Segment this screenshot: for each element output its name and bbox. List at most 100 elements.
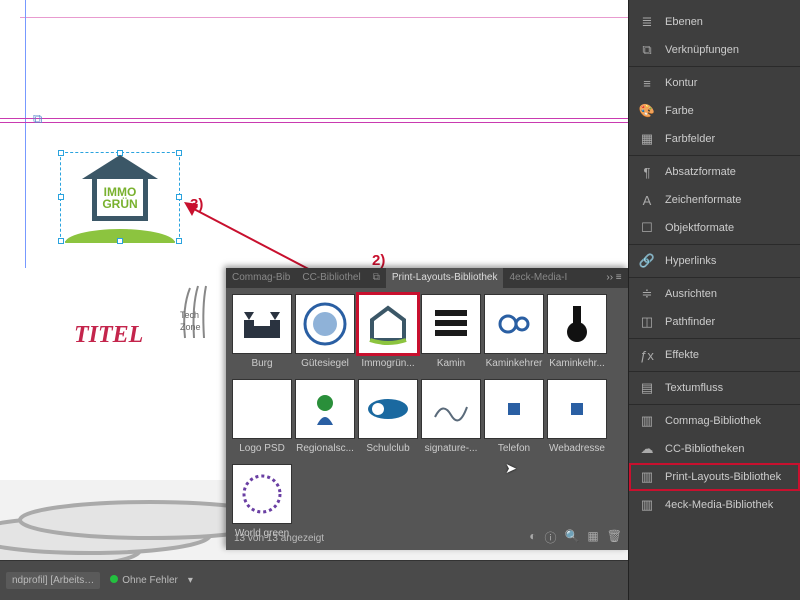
library-tile[interactable]: Gütesiegel xyxy=(295,294,355,376)
panel-item-print-layouts-bibliothek[interactable]: ▥Print-Layouts-Bibliothek xyxy=(629,463,800,491)
library-tile-label: Logo PSD xyxy=(232,443,292,454)
panel-item-hyperlinks[interactable]: 🔗Hyperlinks xyxy=(629,247,800,275)
library-thumb xyxy=(547,294,607,354)
selection-handle[interactable] xyxy=(58,238,64,244)
hand-sketch: Tech Zone xyxy=(180,278,220,348)
panel-item-label: 4eck-Media-Bibliothek xyxy=(665,499,773,511)
panel-item-kontur[interactable]: ≡ Kontur xyxy=(629,69,800,97)
library-tool-icon[interactable]: ⓘ xyxy=(544,529,556,546)
library-tile[interactable]: Telefon xyxy=(484,379,544,461)
panel-item-commag-bibliothek[interactable]: ▥Commag-Bibliothek xyxy=(629,407,800,435)
library-thumb xyxy=(421,294,481,354)
stroke-icon: ≡ xyxy=(639,75,655,91)
library-tile[interactable]: Burg xyxy=(232,294,292,376)
panel-item-verkn-pfungen[interactable]: ⧉Verknüpfungen xyxy=(629,36,800,64)
logo-text-bottom: GRÜN xyxy=(102,198,137,210)
placed-logo-object[interactable]: IMMO GRÜN xyxy=(60,152,180,242)
document-tab[interactable]: ndprofil] [Arbeits… xyxy=(6,572,100,589)
library-panel[interactable]: Commag-Bib CC-Bibliothel ⧉ Print-Layouts… xyxy=(226,268,628,550)
panel-item-label: CC-Bibliotheken xyxy=(665,443,744,455)
panel-item-farbe[interactable]: 🎨 Farbe xyxy=(629,97,800,125)
library-tile-label: Regionalsc... xyxy=(295,443,355,454)
selection-handle[interactable] xyxy=(176,238,182,244)
library-tile[interactable]: signature-... xyxy=(421,379,481,461)
panel-item-label: Kontur xyxy=(665,77,697,89)
library-tile[interactable]: Logo PSD xyxy=(232,379,292,461)
panel-item-ausrichten[interactable]: ≑ Ausrichten xyxy=(629,280,800,308)
library-tab[interactable]: Commag-Bib xyxy=(226,268,296,288)
selection-handle[interactable] xyxy=(117,238,123,244)
guide-horizontal xyxy=(0,118,628,119)
status-dropdown-icon[interactable]: ▾ xyxy=(188,575,193,586)
library-thumb xyxy=(232,464,292,524)
library-tile-label: Schulclub xyxy=(358,443,418,454)
library-status: 13 von 13 angezeigt xyxy=(234,533,324,544)
library-tab[interactable]: CC-Bibliothel xyxy=(296,268,366,288)
hyper-icon: 🔗 xyxy=(639,253,655,269)
panel-item-absatzformate[interactable]: ¶ Absatzformate xyxy=(629,158,800,186)
annotation-3: 3) xyxy=(190,196,203,213)
library-tile[interactable]: Kaminkehr... xyxy=(547,294,607,376)
obj-icon: ☐ xyxy=(639,220,655,236)
selection-handle[interactable] xyxy=(176,150,182,156)
selection-handle[interactable] xyxy=(58,194,64,200)
library-tile-label: Burg xyxy=(232,358,292,369)
library-tool-icon[interactable]: ◐ xyxy=(529,529,536,546)
library-tool-icon[interactable]: ▦ xyxy=(587,529,598,546)
library-thumb xyxy=(232,294,292,354)
panel-item-label: Pathfinder xyxy=(665,316,715,328)
library-tile-label: Immogrün... xyxy=(358,358,418,369)
library-tile[interactable]: Immogrün... xyxy=(358,294,418,376)
para-icon: ¶ xyxy=(639,164,655,180)
panel-separator xyxy=(629,404,800,405)
library-thumb xyxy=(547,379,607,439)
annotation-2: 2) xyxy=(372,252,385,269)
panel-item-label: Objektformate xyxy=(665,222,734,234)
panel-item-cc-bibliotheken[interactable]: ☁ CC-Bibliotheken xyxy=(629,435,800,463)
align-icon: ≑ xyxy=(639,286,655,302)
panel-flyout-icon[interactable]: ›› ≡ xyxy=(600,268,628,288)
library-tile[interactable]: Kamin xyxy=(421,294,481,376)
panel-item-zeichenformate[interactable]: AZeichenformate xyxy=(629,186,800,214)
panel-item-farbfelder[interactable]: ▦Farbfelder xyxy=(629,125,800,153)
panel-item-ebenen[interactable]: ≣Ebenen xyxy=(629,8,800,36)
library-tile[interactable]: Webadresse xyxy=(547,379,607,461)
document-canvas[interactable]: ⧉ IMMO GRÜN xyxy=(0,0,628,268)
library-thumb xyxy=(232,379,292,439)
panel-item-textumfluss[interactable]: ▤Textumfluss xyxy=(629,374,800,402)
panel-item-label: Verknüpfungen xyxy=(665,44,739,56)
color-icon: 🎨 xyxy=(639,103,655,119)
library-tile[interactable]: Kaminkehrer xyxy=(484,294,544,376)
panel-item-label: Ausrichten xyxy=(665,288,717,300)
mouse-cursor: ➤ xyxy=(505,460,517,477)
panel-item-label: Effekte xyxy=(665,349,699,361)
library-tab-bar: Commag-Bib CC-Bibliothel ⧉ Print-Layouts… xyxy=(226,268,628,288)
selection-handle[interactable] xyxy=(58,150,64,156)
library-tool-icon[interactable]: 🗑 xyxy=(607,529,622,546)
library-tile[interactable]: Schulclub xyxy=(358,379,418,461)
library-tab[interactable]: 4eck-Media-I xyxy=(503,268,573,288)
panel-separator xyxy=(629,338,800,339)
library-tile-label: Kaminkehrer xyxy=(484,358,544,369)
library-thumb xyxy=(358,294,418,354)
panel-item--eck-media-bibliothek[interactable]: ▥4eck-Media-Bibliothek xyxy=(629,491,800,519)
panel-item-effekte[interactable]: ƒх Effekte xyxy=(629,341,800,369)
library-tool-icon[interactable]: 🔍 xyxy=(564,529,579,546)
svg-text:Zone: Zone xyxy=(180,322,201,332)
selection-handle[interactable] xyxy=(176,194,182,200)
cc-icon: ☁ xyxy=(639,441,655,457)
fx-icon: ƒх xyxy=(639,347,655,363)
panel-dock: ≣Ebenen⧉Verknüpfungen ≡ Kontur 🎨 Farbe ▦Farbf… xyxy=(628,0,800,600)
library-tile[interactable]: Regionalsc... xyxy=(295,379,355,461)
panel-separator xyxy=(629,371,800,372)
panel-item-label: Absatzformate xyxy=(665,166,736,178)
panel-item-pathfinder[interactable]: ◫Pathfinder xyxy=(629,308,800,336)
library-tile-label: Gütesiegel xyxy=(295,358,355,369)
panel-item-label: Farbe xyxy=(665,105,694,117)
library-tab-active[interactable]: Print-Layouts-Bibliothek xyxy=(386,268,504,288)
library-thumb xyxy=(295,294,355,354)
panel-item-label: Ebenen xyxy=(665,16,703,28)
panel-item-label: Print-Layouts-Bibliothek xyxy=(665,471,781,483)
title-text-frame[interactable]: TITEL xyxy=(74,322,143,349)
panel-item-objektformate[interactable]: ☐ Objektformate xyxy=(629,214,800,242)
